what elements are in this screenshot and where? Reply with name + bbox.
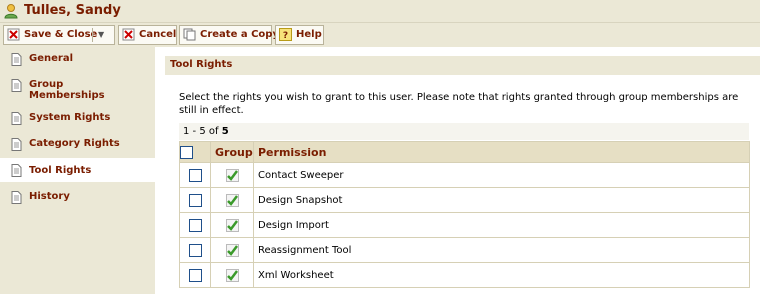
group-granted-check-icon bbox=[225, 268, 239, 282]
page-icon bbox=[11, 164, 22, 177]
row-checkbox[interactable] bbox=[188, 243, 202, 257]
permission-name: Design Import bbox=[253, 212, 750, 238]
table-row: Xml Worksheet bbox=[179, 262, 750, 288]
table-row: Design Import bbox=[179, 212, 750, 238]
cancel-button[interactable]: Cancel bbox=[118, 25, 177, 45]
page-icon bbox=[11, 138, 22, 151]
row-checkbox[interactable] bbox=[188, 268, 202, 282]
sidebar-item-general[interactable]: General bbox=[0, 53, 155, 70]
page-icon bbox=[11, 112, 22, 125]
save-close-icon bbox=[7, 28, 20, 41]
permission-name: Xml Worksheet bbox=[253, 262, 750, 288]
sidebar-item-group-memberships[interactable]: Group Memberships bbox=[0, 79, 155, 105]
permission-name: Design Snapshot bbox=[253, 187, 750, 213]
page-icon bbox=[11, 53, 22, 66]
permission-name: Contact Sweeper bbox=[253, 162, 750, 188]
group-granted-check-icon bbox=[225, 168, 239, 182]
row-checkbox[interactable] bbox=[188, 218, 202, 232]
select-all-cell bbox=[179, 141, 211, 163]
sidebar-item-history[interactable]: History bbox=[0, 191, 155, 208]
group-column-header[interactable]: Group bbox=[210, 141, 254, 163]
page-icon bbox=[11, 191, 22, 204]
save-close-button[interactable]: Save & Close ▼ bbox=[3, 25, 115, 45]
permission-name: Reassignment Tool bbox=[253, 237, 750, 263]
rights-table: Group Permission Contact Sweeper Design … bbox=[179, 141, 750, 288]
group-granted-check-icon bbox=[225, 243, 239, 257]
help-button[interactable]: ? Help bbox=[275, 25, 324, 45]
create-copy-button[interactable]: Create a Copy bbox=[179, 25, 279, 45]
table-row: Reassignment Tool bbox=[179, 237, 750, 263]
group-granted-check-icon bbox=[225, 193, 239, 207]
panel-title: Tool Rights bbox=[170, 59, 233, 70]
button-separator bbox=[92, 28, 93, 42]
table-row: Design Snapshot bbox=[179, 187, 750, 213]
user-icon bbox=[4, 4, 18, 19]
svg-text:?: ? bbox=[283, 31, 288, 41]
copy-icon bbox=[183, 28, 196, 41]
pager-text: 1 - 5 of 5 bbox=[183, 126, 229, 137]
help-icon: ? bbox=[279, 28, 292, 41]
select-all-checkbox[interactable] bbox=[180, 145, 193, 159]
row-checkbox[interactable] bbox=[188, 193, 202, 207]
group-granted-check-icon bbox=[225, 218, 239, 232]
toolbar: Save & Close ▼ Cancel Create a Copy ? He… bbox=[0, 23, 760, 48]
permission-column-header[interactable]: Permission bbox=[253, 141, 750, 163]
sidebar: General Group Memberships System Rights … bbox=[0, 47, 155, 294]
table-header-row: Group Permission bbox=[179, 141, 750, 163]
pager: 1 - 5 of 5 bbox=[179, 123, 749, 140]
title-bar: Tulles, Sandy bbox=[0, 0, 760, 23]
table-row: Contact Sweeper bbox=[179, 162, 750, 188]
cancel-icon bbox=[122, 28, 135, 41]
sidebar-item-category-rights[interactable]: Category Rights bbox=[0, 138, 155, 155]
sidebar-item-system-rights[interactable]: System Rights bbox=[0, 112, 155, 129]
intro-text: Select the rights you wish to grant to t… bbox=[179, 92, 739, 116]
row-checkbox[interactable] bbox=[188, 168, 202, 182]
sidebar-item-tool-rights[interactable]: Tool Rights bbox=[0, 158, 155, 182]
panel-header: Tool Rights bbox=[165, 56, 760, 75]
page-icon bbox=[11, 79, 22, 92]
window-title: Tulles, Sandy bbox=[24, 3, 121, 18]
chevron-down-icon[interactable]: ▼ bbox=[98, 26, 104, 44]
